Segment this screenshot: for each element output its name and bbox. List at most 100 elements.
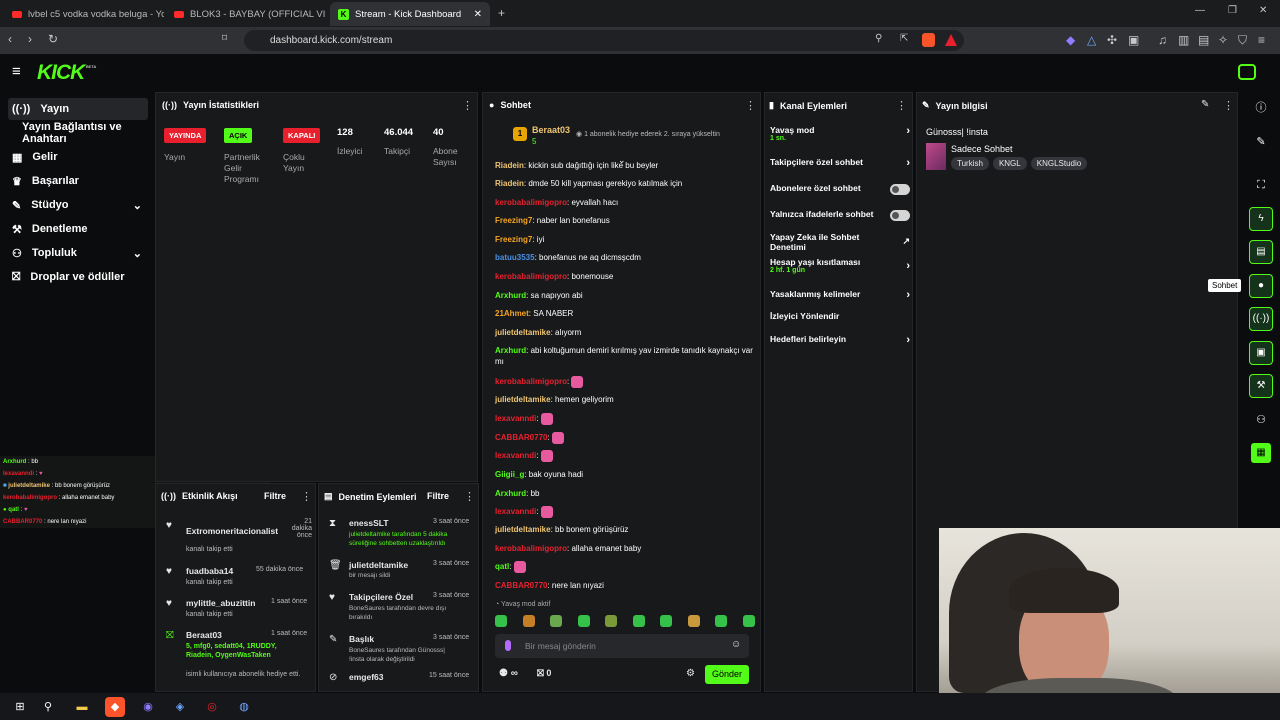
user-avatar[interactable] [1238,64,1256,80]
search-icon[interactable]: ⚲ [38,697,58,717]
sidebar-item-topluluk[interactable]: ⚇ Topluluk ⌄ [8,242,148,264]
sidebar-item-gelir[interactable]: ▦ Gelir [8,146,148,168]
sidebar-item-denetleme[interactable]: ⚒ Denetleme [8,218,148,240]
chat-username[interactable]: CABBAR0770 [495,433,547,442]
forward-icon[interactable]: › [28,32,32,46]
chat-icon[interactable]: ● [1249,274,1273,298]
emote-icon[interactable] [522,615,535,627]
filter-button[interactable]: Filtre [427,491,449,501]
toggle-switch[interactable] [890,184,910,195]
more-options-icon[interactable]: ⋮ [896,99,907,112]
community-icon[interactable]: ⚇ [1249,408,1273,432]
emote-icon[interactable] [605,615,618,627]
sidebar-item-basarilar[interactable]: ♛ Başarılar [8,170,148,192]
gift-count[interactable]: ⛝ 0 [537,668,551,679]
tag-chip[interactable]: KNGL [992,157,1027,170]
chat-username[interactable]: lexavanndi [495,507,536,516]
chat-username[interactable]: Riadein [495,161,524,170]
channel-action-account-age[interactable]: Hesap yaşı kısıtlaması 2 hf. 1 gün › [770,257,910,274]
quick-actions-icon[interactable]: ϟ [1249,207,1273,231]
menu-icon[interactable]: ≡ [1258,33,1265,47]
sidebar-item-studyo[interactable]: ✎ Stüdyo ⌄ [8,194,148,216]
wallet-icon[interactable]: ▤ [1198,33,1209,47]
emote-icon[interactable] [742,615,755,627]
category-name[interactable]: Sadece Sohbet [951,144,1013,154]
channel-action-slow-mode[interactable]: Yavaş mod 1 sn. › [770,125,910,142]
chat-username[interactable]: Freezing7 [495,216,532,225]
chat-username[interactable]: lexavanndi [495,451,536,460]
close-tab-icon[interactable]: ✕ [474,9,482,20]
browser-tab[interactable]: lvbel c5 vodka vodka beluga - YouTube✕ [4,2,164,26]
extension-icon[interactable]: △ [1087,33,1096,47]
back-icon[interactable]: ‹ [8,32,12,46]
steam-icon[interactable]: ◍ [234,697,254,717]
bookmark-icon[interactable]: ⌑ [222,33,227,44]
chat-username[interactable]: julietdeltamike [495,395,551,404]
chat-username[interactable]: Arxhurd [495,291,526,300]
emote-icon[interactable] [632,615,645,627]
info-icon[interactable]: ⓘ [1249,96,1273,120]
minimize-icon[interactable]: — [1195,5,1205,16]
send-button[interactable]: Gönder [705,665,749,684]
file-explorer-icon[interactable]: ▬ [72,697,92,717]
tag-chip[interactable]: KNGLStudio [1030,157,1088,170]
sidebar-toggle-icon[interactable]: ▥ [1178,33,1189,47]
top-gifter-name[interactable]: Beraat03 [532,125,570,135]
channel-action-ai-moderation[interactable]: Yapay Zeka ile Sohbet Denetimi ↗ [770,232,910,252]
emote-icon[interactable] [687,615,700,627]
toggle-switch[interactable] [890,210,910,221]
url-input[interactable]: dashboard.kick.com/stream [244,30,964,51]
broadcast-icon[interactable]: ((·)) [1249,307,1273,331]
chat-username[interactable]: Arxhurd [495,489,526,498]
extensions-puzzle-icon[interactable]: ✣ [1107,33,1117,47]
wrench-icon[interactable]: ⚒ [1249,374,1273,398]
chat-username[interactable]: lexavanndi [495,414,536,423]
sidebar-item-stream-key[interactable]: Yayın Bağlantısı ve Anahtarı [18,121,158,145]
channel-action-goals[interactable]: Hedefleri belirleyin › [770,334,910,346]
emote-icon[interactable] [550,615,563,627]
hamburger-menu-icon[interactable]: ≡ [12,63,21,80]
emote-icon[interactable] [660,615,673,627]
chat-username[interactable]: CABBAR0770 [495,581,547,590]
chat-username[interactable]: 21Ahmet [495,309,529,318]
expand-icon[interactable]: ⛶ [1249,173,1273,197]
mic-icon[interactable] [505,640,511,651]
more-options-icon[interactable]: ⋮ [301,490,312,503]
channel-action-raid[interactable]: İzleyici Yönlendir [770,311,910,321]
extension-icon[interactable]: ◆ [1066,33,1075,47]
brave-browser-icon[interactable]: ◆ [105,697,125,717]
chat-username[interactable]: qatl [495,562,509,571]
screenshot-icon[interactable]: ▣ [1128,33,1139,47]
edit-icon[interactable]: ✎ [1201,99,1209,110]
moderation-icon[interactable]: ▣ [1249,341,1273,365]
messenger-icon[interactable]: ◉ [138,697,158,717]
chat-username[interactable]: kerobabalimigopro [495,198,567,207]
chat-username[interactable]: julietdeltamike [495,525,551,534]
emote-icon[interactable] [577,615,590,627]
chat-username[interactable]: Freezing7 [495,235,532,244]
vpn-icon[interactable]: ⛉ [1238,33,1247,48]
channel-action-followers-only[interactable]: Takipçilere özel sohbet › [770,157,910,169]
browser-tab-active[interactable]: K Stream - Kick Dashboard ✕ [330,2,490,26]
filter-button[interactable]: Filtre [264,491,286,501]
more-options-icon[interactable]: ⋮ [464,490,475,503]
chat-username[interactable]: Riadein [495,179,524,188]
windows-start-icon[interactable]: ⊞ [10,697,30,717]
channel-action-emote-only[interactable]: Yalnızca ifadelerle sohbet [770,209,910,221]
more-options-icon[interactable]: ⋮ [745,99,756,112]
channel-points[interactable]: ⚉ ∞ [499,668,518,679]
chat-username[interactable]: batuu3535 [495,253,535,262]
new-tab-icon[interactable]: + [498,6,505,20]
more-options-icon[interactable]: ⋮ [462,99,473,112]
restore-icon[interactable]: ❐ [1228,5,1237,16]
leo-ai-icon[interactable]: ✧ [1218,33,1228,47]
kick-logo[interactable]: KICK [37,61,85,85]
chat-username[interactable]: kerobabalimigopro [495,377,567,386]
stats-icon[interactable]: ▤ [1249,240,1273,264]
channel-action-subscribers-only[interactable]: Abonelere özel sohbet [770,183,910,195]
music-icon[interactable]: ♫ [1158,33,1167,47]
kick-chat-icon[interactable]: ▦ [1251,443,1271,463]
tag-chip[interactable]: Turkish [951,157,989,170]
emote-icon[interactable] [495,615,507,627]
window-close-icon[interactable]: ✕ [1259,5,1267,16]
